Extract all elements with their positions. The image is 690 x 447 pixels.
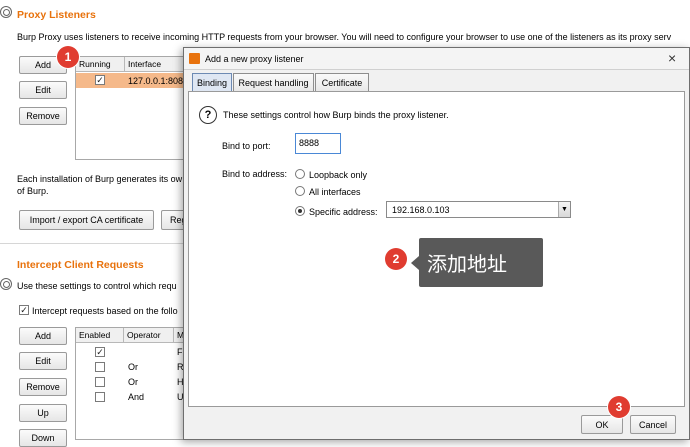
table-row[interactable]: Or R (76, 360, 194, 374)
enabled-checkbox[interactable] (95, 377, 105, 387)
settings-gear-icon-2 (0, 278, 12, 290)
all-interfaces-label: All interfaces (309, 187, 361, 197)
info-text: These settings control how Burp binds th… (223, 110, 449, 120)
edit-rule-button[interactable]: Edit (19, 352, 67, 370)
step-badge-1: 1 (57, 46, 79, 68)
edit-listener-button[interactable]: Edit (19, 81, 67, 99)
section-divider (0, 243, 183, 244)
intercept-title: Intercept Client Requests (17, 259, 144, 271)
column-header-enabled[interactable]: Enabled (76, 328, 124, 343)
table-row[interactable]: And U (76, 390, 194, 404)
enabled-checkbox[interactable] (95, 362, 105, 372)
dialog-title: Add a new proxy listener (205, 54, 304, 64)
proxy-listeners-description: Burp Proxy uses listeners to receive inc… (17, 32, 672, 42)
tab-request-handling[interactable]: Request handling (233, 73, 314, 91)
close-icon[interactable]: × (668, 50, 676, 66)
chevron-down-icon[interactable]: ▼ (558, 202, 570, 217)
add-rule-button[interactable]: Add (19, 327, 67, 345)
enabled-checkbox[interactable] (95, 392, 105, 402)
bind-port-label: Bind to port: (222, 141, 271, 151)
bind-port-input[interactable]: 8888 (295, 133, 341, 154)
listeners-table: Running Interface ✓ 127.0.0.1:808 (75, 56, 196, 160)
operator-cell: And (128, 392, 145, 402)
table-row[interactable]: ✓ 127.0.0.1:808 (76, 73, 194, 88)
remove-listener-button[interactable]: Remove (19, 107, 67, 125)
all-interfaces-radio[interactable] (295, 186, 305, 196)
burp-logo-icon (189, 53, 200, 64)
running-checkbox[interactable]: ✓ (95, 75, 105, 85)
match-cell: F (177, 347, 183, 357)
column-header-running[interactable]: Running (76, 57, 125, 72)
specific-address-radio[interactable] (295, 206, 305, 216)
import-export-ca-button[interactable]: Import / export CA certificate (19, 210, 154, 230)
annotation-tooltip: 添加地址 (411, 238, 543, 287)
tab-certificate[interactable]: Certificate (315, 73, 369, 91)
operator-cell: Or (128, 362, 138, 372)
operator-cell: Or (128, 377, 138, 387)
specific-address-select[interactable]: 192.168.0.103 ▼ (386, 201, 571, 218)
intercept-requests-checkbox[interactable]: ✓ (19, 305, 29, 315)
table-row[interactable]: ✓ F (76, 345, 194, 359)
ca-description-line2: of Burp. (17, 186, 49, 196)
enabled-checkbox[interactable]: ✓ (95, 347, 105, 357)
help-icon[interactable]: ? (199, 106, 217, 124)
loopback-radio[interactable] (295, 169, 305, 179)
step-badge-3: 3 (608, 396, 630, 418)
tab-binding[interactable]: Binding (192, 73, 232, 91)
specific-address-label: Specific address: (309, 207, 378, 217)
ca-description: Each installation of Burp generates its … (17, 174, 183, 184)
specific-address-value: 192.168.0.103 (392, 205, 450, 215)
move-down-button[interactable]: Down (19, 429, 67, 447)
bind-address-label: Bind to address: (222, 169, 288, 179)
table-row[interactable]: Or H (76, 375, 194, 389)
step-badge-2: 2 (385, 248, 407, 270)
interface-cell: 127.0.0.1:808 (128, 76, 184, 86)
loopback-label: Loopback only (309, 170, 368, 180)
column-header-operator[interactable]: Operator (124, 328, 174, 343)
proxy-listeners-title: Proxy Listeners (17, 9, 96, 21)
intercept-requests-label: Intercept requests based on the follo (32, 306, 178, 316)
remove-rule-button[interactable]: Remove (19, 378, 67, 396)
intercept-description: Use these settings to control which requ (17, 281, 177, 291)
intercept-rules-table: Enabled Operator M ✓ F Or R Or H And U (75, 327, 196, 440)
dialog-titlebar[interactable]: Add a new proxy listener × (184, 48, 689, 70)
settings-gear-icon (0, 6, 12, 18)
cancel-button[interactable]: Cancel (630, 415, 676, 434)
move-up-button[interactable]: Up (19, 404, 67, 422)
